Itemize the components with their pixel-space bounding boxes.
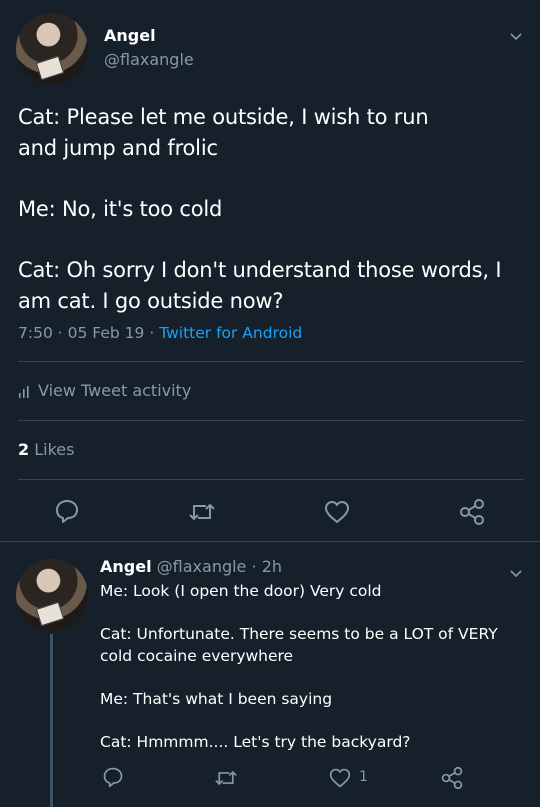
tweet-time: 7:50 xyxy=(18,324,53,342)
view-activity-label: View Tweet activity xyxy=(38,381,192,400)
tweet-date: 05 Feb 19 xyxy=(67,324,145,342)
chevron-down-icon[interactable] xyxy=(510,564,522,578)
author-handle[interactable]: @flaxangle xyxy=(104,50,194,69)
share-icon[interactable] xyxy=(440,766,464,790)
bar-chart-icon xyxy=(18,385,32,399)
tweet-source-link[interactable]: Twitter for Android xyxy=(159,324,302,342)
reply-age: 2h xyxy=(261,557,283,576)
tweet-line: Me: No, it's too cold xyxy=(18,197,223,221)
share-icon[interactable] xyxy=(458,498,486,526)
reply-line: cold cocaine everywhere xyxy=(100,647,294,665)
reply-line: Cat: Unfortunate. There seems to be a LO… xyxy=(100,625,498,643)
reply-icon[interactable] xyxy=(102,766,124,788)
reply-header: Angel @flaxangle · 2h xyxy=(100,557,282,576)
tweet-line: Cat: Please let me outside, I wish to ru… xyxy=(18,105,429,129)
reply-line: Me: That's what I been saying xyxy=(100,690,333,708)
heart-icon[interactable] xyxy=(328,767,352,789)
divider xyxy=(18,479,524,480)
meta-separator: · xyxy=(57,324,63,342)
author-name[interactable]: Angel xyxy=(104,26,156,45)
divider xyxy=(18,361,524,362)
section-divider xyxy=(0,541,540,542)
retweet-icon[interactable] xyxy=(214,767,238,789)
chevron-down-icon[interactable] xyxy=(510,27,522,41)
likes-summary[interactable]: 2 Likes xyxy=(18,440,74,459)
tweet-meta: 7:50 · 05 Feb 19 · Twitter for Android xyxy=(18,324,302,342)
tweet-line: and jump and frolic xyxy=(18,136,218,160)
reply-line: Cat: Hmmmm.... Let's try the backyard? xyxy=(100,733,411,751)
reply-like-count: 1 xyxy=(359,769,368,785)
tweet-line: Cat: Oh sorry I don't understand those w… xyxy=(18,258,502,282)
divider xyxy=(18,420,524,421)
reply-author-name[interactable]: Angel xyxy=(100,557,152,576)
meta-separator: · xyxy=(149,324,155,342)
avatar[interactable] xyxy=(16,13,88,85)
reply-line: Me: Look (I open the door) Very cold xyxy=(100,582,382,600)
reply-author-handle[interactable]: @flaxangle xyxy=(157,557,247,576)
reply-icon[interactable] xyxy=(54,498,80,524)
reply-avatar[interactable] xyxy=(16,559,88,631)
thread-line xyxy=(50,634,53,807)
likes-count: 2 xyxy=(18,440,30,459)
heart-icon[interactable] xyxy=(323,499,351,525)
retweet-icon[interactable] xyxy=(188,499,216,525)
likes-label: Likes xyxy=(34,440,75,459)
tweet-line: am cat. I go outside now? xyxy=(18,289,284,313)
meta-separator: · xyxy=(251,557,257,576)
